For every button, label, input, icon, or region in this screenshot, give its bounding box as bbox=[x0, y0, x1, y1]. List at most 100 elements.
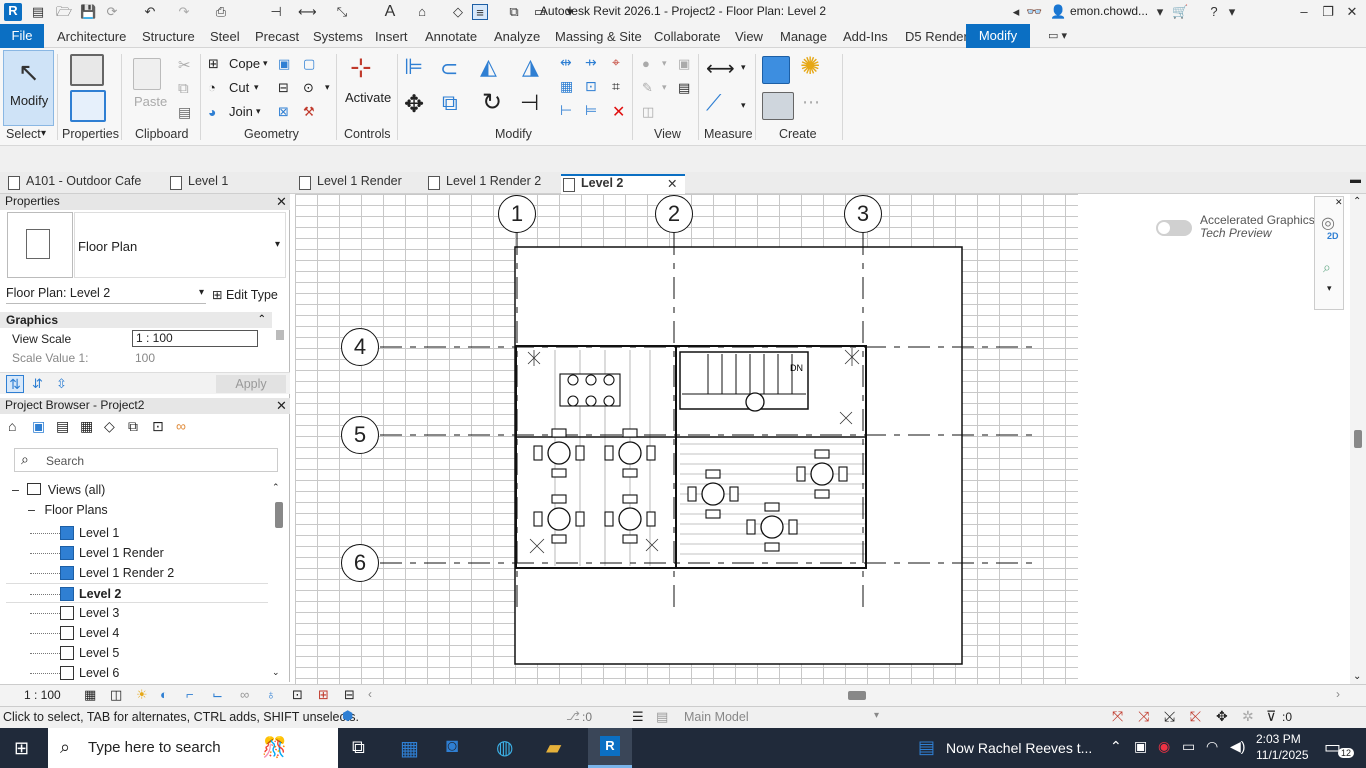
file-explorer-icon[interactable]: ▰ bbox=[546, 735, 561, 760]
linework-icon[interactable]: ✎ bbox=[642, 80, 653, 96]
back-arrow-icon[interactable]: ◂ bbox=[1008, 4, 1024, 20]
tree-floor-plan-item[interactable]: Level 6 bbox=[6, 663, 268, 683]
type-selector[interactable]: Floor Plan ▾ bbox=[74, 212, 286, 278]
help-icon[interactable]: ? bbox=[1206, 4, 1222, 20]
news-ticker[interactable]: Now Rachel Reeves t... bbox=[946, 740, 1092, 756]
detail-level-icon[interactable]: ▦ bbox=[84, 687, 96, 703]
move-icon[interactable]: ✥ bbox=[404, 90, 424, 119]
type-properties-icon[interactable] bbox=[70, 54, 104, 86]
instance-selector[interactable]: Floor Plan: Level 2 ▾ bbox=[6, 286, 206, 304]
minimize-icon[interactable]: – bbox=[1296, 4, 1312, 20]
worksharing-display-icon[interactable]: ⊡ bbox=[292, 687, 303, 703]
copy-element-icon[interactable]: ⧉ bbox=[442, 90, 458, 116]
main-model-dropdown-icon[interactable]: ▾ bbox=[874, 710, 879, 721]
tab-level-1-render-2[interactable]: Level 1 Render 2 bbox=[426, 174, 556, 194]
browser-groups-icon[interactable]: ⧉ bbox=[128, 418, 138, 435]
zoom-icon[interactable]: ⌕ bbox=[1323, 259, 1331, 276]
sort-asc-icon[interactable]: ⇵ bbox=[32, 376, 43, 392]
store-icon[interactable]: ▦ bbox=[400, 736, 419, 761]
revit-taskbar-icon[interactable]: R bbox=[588, 728, 632, 768]
measure-dropdown-icon[interactable]: ▾ bbox=[741, 62, 746, 73]
rotate-icon[interactable]: ↻ bbox=[482, 88, 502, 117]
sun-path-icon[interactable]: ☀ bbox=[136, 687, 148, 703]
grid-bubble-1[interactable]: 1 bbox=[498, 195, 536, 233]
view-scale-field[interactable]: 1 : 100 bbox=[132, 330, 258, 347]
tab-a101-outdoor-cafe[interactable]: A101 - Outdoor Cafe bbox=[6, 174, 166, 194]
trim-multiple-icon[interactable]: ⊨ bbox=[585, 102, 597, 119]
tree-floor-plan-item[interactable]: Level 5 bbox=[6, 643, 268, 663]
vertical-scrollbar[interactable]: ⌃ ⌄ bbox=[1350, 194, 1366, 684]
match-type-icon[interactable]: ▤ bbox=[178, 104, 191, 121]
shadows-icon[interactable]: ◐ bbox=[160, 687, 168, 702]
split-icon[interactable]: ⇹ bbox=[560, 54, 572, 71]
grid-bubble-4[interactable]: 4 bbox=[341, 328, 379, 366]
measure-between-icon[interactable]: ⟷ bbox=[706, 56, 735, 81]
align-icon[interactable]: ⊫ bbox=[404, 54, 423, 80]
clock-time[interactable]: 2:03 PM bbox=[1256, 732, 1301, 746]
drag-elements-icon[interactable]: ✥ bbox=[1216, 708, 1228, 725]
offset-icon[interactable]: ⊂ bbox=[440, 56, 458, 82]
close-nav-icon[interactable]: ✕ bbox=[1335, 197, 1343, 208]
analytical-model-icon[interactable]: ⊞ bbox=[318, 687, 329, 703]
tab-view[interactable]: View bbox=[735, 29, 763, 44]
drawing-canvas[interactable]: DN 1 2 3 4 5 6 Accelerated Graphics Tech… bbox=[290, 194, 1356, 684]
search-field[interactable]: ⌕ Search bbox=[14, 448, 278, 472]
scale-icon[interactable]: ⊡ bbox=[585, 78, 597, 95]
help-dropdown-icon[interactable]: ▾ bbox=[1224, 4, 1240, 20]
tab-level-1-render[interactable]: Level 1 Render bbox=[297, 174, 421, 194]
design-options-icon[interactable]: ▤ bbox=[656, 709, 668, 725]
mirror-axis-icon[interactable]: ◭ bbox=[480, 54, 497, 80]
modify-select-button[interactable]: ↖ Modify bbox=[3, 50, 54, 126]
properties-scrollbar[interactable] bbox=[274, 328, 286, 368]
tab-systems[interactable]: Systems bbox=[313, 29, 363, 44]
tree-views-all[interactable]: – Views (all) bbox=[12, 483, 105, 497]
cope-button[interactable]: Cope bbox=[229, 56, 260, 71]
grid-bubble-2[interactable]: 2 bbox=[655, 195, 693, 233]
properties-icon[interactable] bbox=[70, 90, 106, 122]
highlight-displacement-icon[interactable]: ⊟ bbox=[344, 687, 355, 703]
filter-icon[interactable]: ⊽ bbox=[1266, 708, 1276, 725]
taskbar-search[interactable]: ⌕ Type here to search 🎊 bbox=[48, 728, 338, 768]
background-process-icon[interactable]: ✲ bbox=[1242, 708, 1254, 725]
unpin-icon[interactable]: ⌗ bbox=[612, 78, 620, 95]
scroll-left-icon[interactable]: ‹ bbox=[368, 687, 372, 701]
trim-single-icon[interactable]: ⊢ bbox=[560, 102, 572, 119]
select-dropdown-icon[interactable]: ▾ bbox=[41, 128, 46, 139]
user-name[interactable]: emon.chowd... bbox=[1070, 4, 1148, 18]
activate-button[interactable]: Activate bbox=[345, 90, 391, 105]
tab-analyze[interactable]: Analyze bbox=[494, 29, 540, 44]
paste-icon[interactable] bbox=[133, 58, 161, 90]
select-by-face-icon[interactable]: ⤪ bbox=[1190, 708, 1201, 725]
news-icon[interactable]: ▤ bbox=[918, 737, 935, 758]
split-face-icon[interactable]: ▢ bbox=[303, 56, 315, 72]
create-assembly-icon[interactable] bbox=[762, 56, 790, 84]
worksets-icon[interactable]: ⎇ bbox=[566, 709, 580, 723]
select-box-icon[interactable]: ▤ bbox=[678, 80, 690, 96]
browser-views-icon[interactable]: ▣ bbox=[32, 418, 45, 435]
show-hidden-icons[interactable]: ⌃ bbox=[1110, 738, 1122, 755]
tab-collaborate[interactable]: Collaborate bbox=[654, 29, 721, 44]
temp-hide-icon[interactable]: ∞ bbox=[240, 687, 249, 702]
tree-floor-plan-item[interactable]: Level 4 bbox=[6, 623, 268, 643]
pin-icon[interactable]: ⌖ bbox=[612, 54, 620, 71]
tab-architecture[interactable]: Architecture bbox=[57, 29, 126, 44]
tab-manage[interactable]: Manage bbox=[780, 29, 827, 44]
edit-type-button[interactable]: ⊞ Edit Type bbox=[212, 287, 278, 302]
array-icon[interactable]: ▦ bbox=[560, 78, 573, 95]
tree-floor-plans[interactable]: – Floor Plans bbox=[28, 503, 108, 517]
hide-element-icon[interactable]: ● bbox=[642, 56, 650, 71]
grid-bubble-3[interactable]: 3 bbox=[844, 195, 882, 233]
crop-view-icon[interactable]: ⌐ bbox=[186, 687, 194, 702]
linework-dropdown-icon[interactable]: ▾ bbox=[662, 82, 667, 93]
tab-precast[interactable]: Precast bbox=[255, 29, 299, 44]
dimension-dropdown-icon[interactable]: ▾ bbox=[741, 100, 746, 111]
grid-bubble-6[interactable]: 6 bbox=[341, 544, 379, 582]
split-gap-icon[interactable]: ⇸ bbox=[585, 54, 597, 71]
cope-dropdown-icon[interactable]: ▾ bbox=[263, 58, 268, 69]
create-group-icon[interactable] bbox=[762, 92, 794, 120]
tab-d5-render[interactable]: D5 Render bbox=[905, 29, 968, 44]
wall-joins-icon[interactable]: ▣ bbox=[278, 56, 290, 72]
select-underlay-icon[interactable]: ⤨ bbox=[1138, 708, 1149, 725]
mirror-draw-icon[interactable]: ◮ bbox=[522, 54, 539, 80]
tree-floor-plan-item[interactable]: Level 1 bbox=[6, 523, 268, 543]
